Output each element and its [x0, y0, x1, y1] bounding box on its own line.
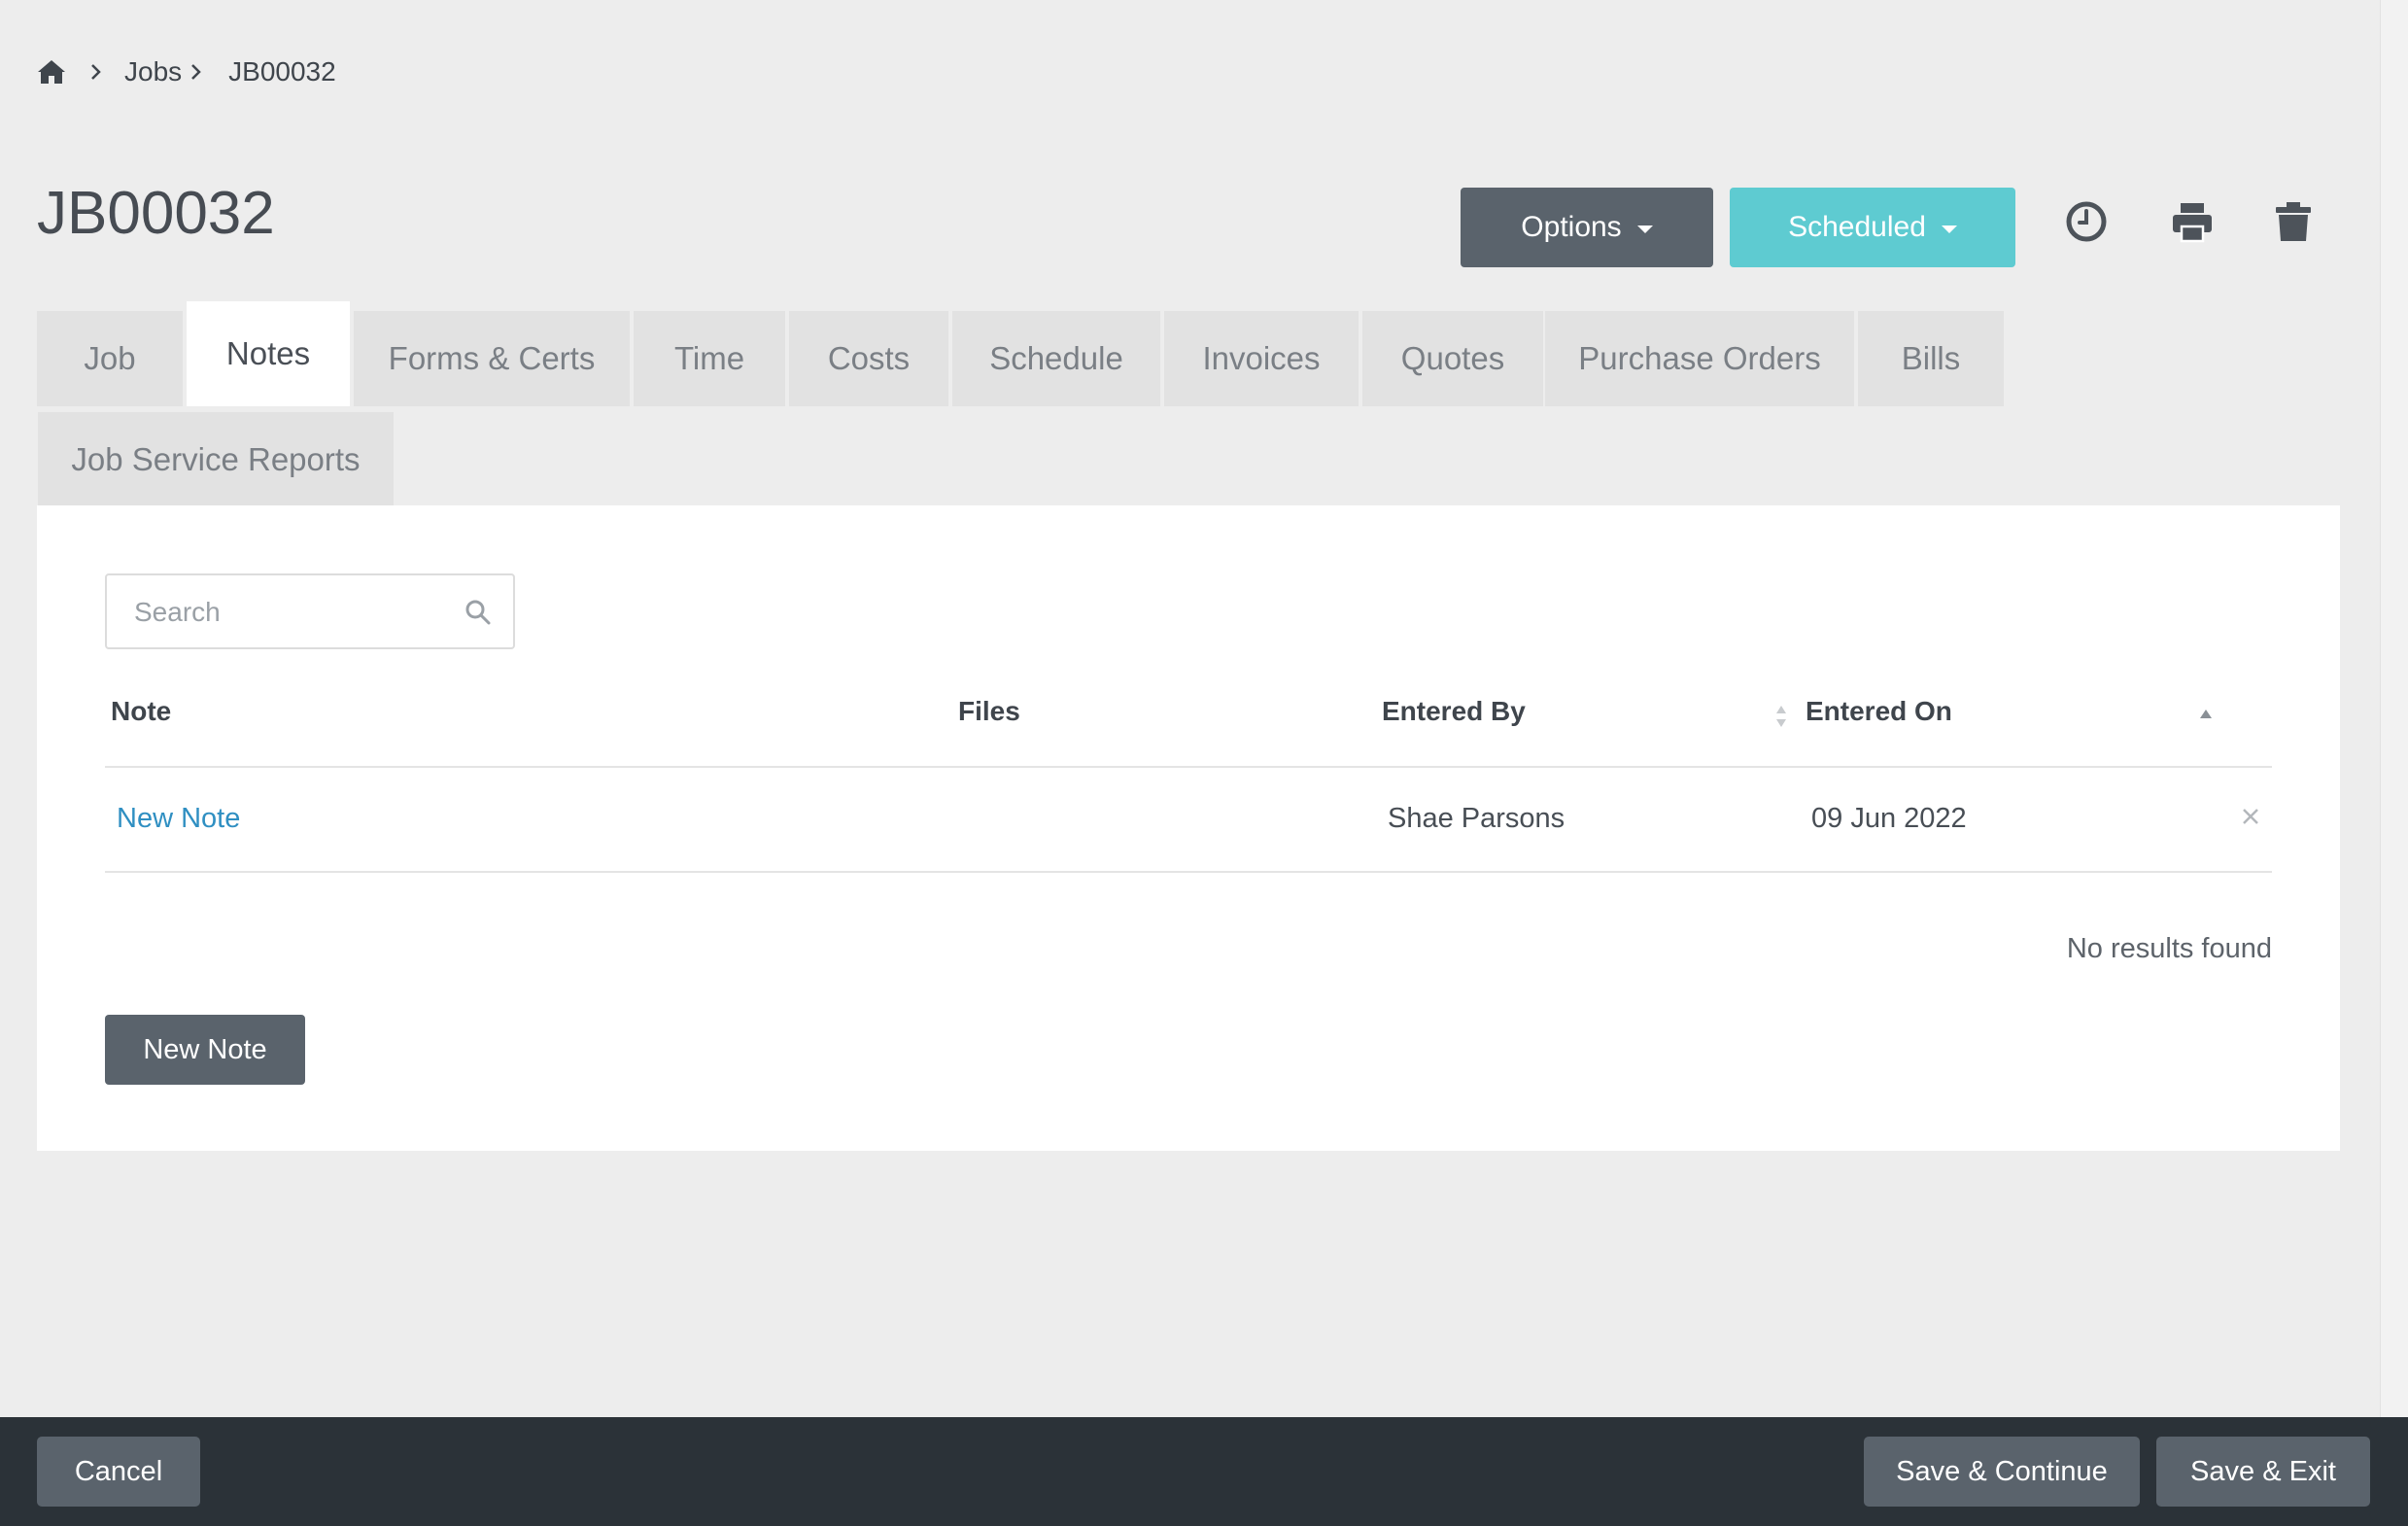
status-dropdown-button[interactable]: Scheduled — [1730, 188, 2015, 267]
home-icon[interactable] — [37, 58, 66, 86]
chevron-right-icon — [89, 61, 111, 83]
row-entered-on: 09 Jun 2022 — [1811, 803, 1967, 834]
breadcrumb-jobs[interactable]: Jobs — [124, 56, 182, 87]
save-continue-button[interactable]: Save & Continue — [1864, 1437, 2140, 1507]
save-exit-button[interactable]: Save & Exit — [2156, 1437, 2370, 1507]
search-input[interactable] — [132, 575, 447, 649]
new-note-button[interactable]: New Note — [105, 1015, 305, 1085]
caret-down-icon — [1941, 225, 1957, 233]
tab-forms-and-certs[interactable]: Forms & Certs — [354, 311, 630, 406]
column-header-entered-on[interactable]: Entered On — [1806, 696, 1952, 727]
options-label: Options — [1521, 211, 1622, 243]
column-header-entered-by[interactable]: Entered By — [1382, 696, 1526, 727]
column-header-note[interactable]: Note — [111, 696, 171, 727]
tab-bills[interactable]: Bills — [1858, 311, 2004, 406]
cancel-button[interactable]: Cancel — [37, 1437, 200, 1507]
sort-both-icon[interactable] — [1774, 704, 1788, 734]
tab-job-service-reports[interactable]: Job Service Reports — [38, 412, 394, 507]
footer-bar: Cancel Save & Continue Save & Exit — [0, 1417, 2408, 1526]
caret-down-icon — [1636, 225, 1653, 233]
options-dropdown-button[interactable]: Options — [1461, 188, 1713, 267]
chevron-right-icon — [189, 61, 211, 83]
no-results-text: No results found — [2066, 933, 2272, 964]
table-row-divider — [105, 871, 2272, 873]
row-entered-by: Shae Parsons — [1388, 803, 1565, 834]
print-icon[interactable] — [2165, 194, 2219, 249]
page-scrollbar[interactable] — [2380, 0, 2408, 1417]
clock-icon[interactable] — [2059, 194, 2114, 249]
search-field[interactable] — [105, 573, 515, 649]
tab-quotes[interactable]: Quotes — [1362, 311, 1543, 406]
page-title: JB00032 — [37, 180, 275, 247]
tab-purchase-orders[interactable]: Purchase Orders — [1545, 311, 1854, 406]
tab-time[interactable]: Time — [634, 311, 785, 406]
tab-invoices[interactable]: Invoices — [1164, 311, 1359, 406]
notes-panel: Note Files Entered By Entered On New Not… — [37, 505, 2340, 1151]
table-header-divider — [105, 766, 2272, 768]
tab-notes[interactable]: Notes — [187, 301, 350, 406]
breadcrumb-current: JB00032 — [228, 56, 336, 87]
close-icon[interactable] — [2241, 807, 2260, 831]
tab-job[interactable]: Job — [37, 311, 183, 406]
status-label: Scheduled — [1788, 211, 1926, 243]
search-icon[interactable] — [464, 599, 492, 626]
tab-schedule[interactable]: Schedule — [952, 311, 1160, 406]
sort-ascending-icon[interactable] — [2198, 708, 2214, 725]
tab-costs[interactable]: Costs — [789, 311, 948, 406]
breadcrumb: Jobs JB00032 — [37, 54, 336, 89]
note-link[interactable]: New Note — [117, 803, 240, 835]
column-header-files[interactable]: Files — [958, 696, 1020, 727]
trash-icon[interactable] — [2266, 194, 2321, 249]
